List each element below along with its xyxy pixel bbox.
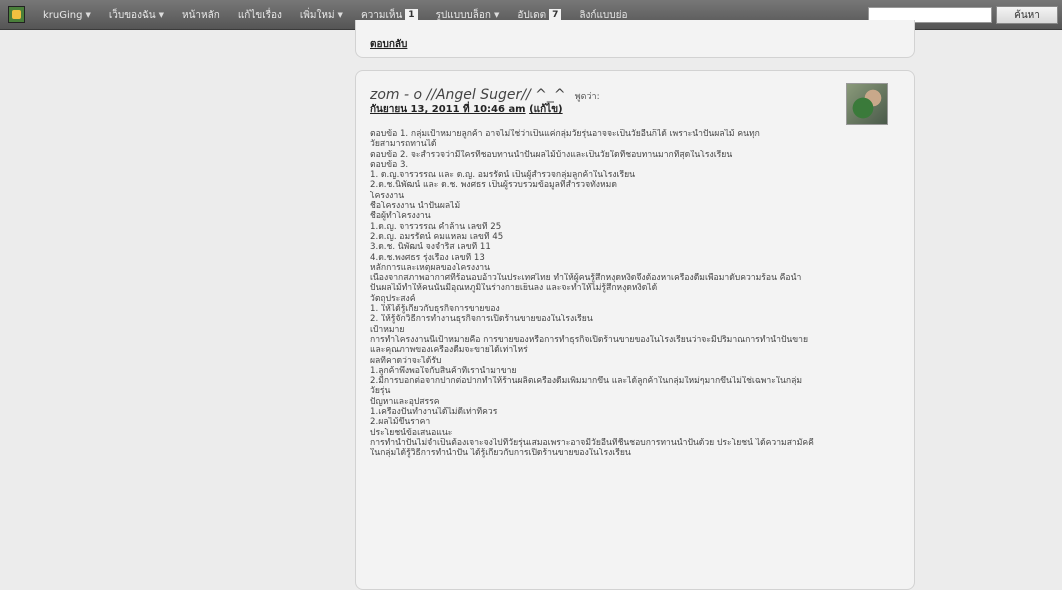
comment-line: ประโยชน์ข้อเสนอแนะ — [370, 427, 453, 438]
search-button[interactable]: ค้นหา — [996, 6, 1058, 24]
comment: zom - o //Angel Suger// ^_^ พูดว่า: กันย… — [355, 70, 915, 590]
nav-item-label: หน้าหลัก — [182, 9, 220, 21]
avatar — [846, 83, 888, 125]
chevron-down-icon: ▼ — [493, 11, 500, 19]
comment-line: 3.ด.ช. นิพัฒน์ จงจำริส เลขที่ 11 — [370, 242, 491, 253]
comment-line: 4.ด.ช.พงศธร รุ่งเรือง เลขที่ 13 — [370, 252, 485, 263]
comment-line: ผลที่คาดว่าจะได้รับ — [370, 355, 442, 366]
chevron-down-icon: ▼ — [158, 11, 164, 19]
comment-line: 2.มีการบอกต่อจากปากต่อปากทำให้ร้านผลิตเค… — [370, 376, 803, 387]
nav-item-2[interactable]: หน้าหลัก — [173, 8, 229, 23]
comment-line: หลักการและเหตุผลของโครงงาน — [370, 262, 490, 273]
comment-line: ตอบข้อ 2. จะสำรวจว่ามีใครที่ชอบทานน้ำปั่… — [370, 149, 733, 160]
chevron-down-icon: ▼ — [337, 11, 343, 19]
comment-line: ปัญหาและอุปสรรค — [370, 396, 440, 407]
comment-meta: กันยายน 13, 2011 ที่ 10:46 am (แก้ไข) — [370, 102, 563, 117]
comment-date-link[interactable]: กันยายน 13, 2011 ที่ 10:46 am — [370, 104, 526, 115]
nav-item-label: แก้ไขเรื่อง — [237, 9, 282, 21]
nav-item-label: เพิ่มใหม่ — [299, 9, 335, 21]
nav-item-3[interactable]: แก้ไขเรื่อง — [229, 8, 291, 23]
comment-line: 1. ด.ญ.จารวรรณ และ ด.ญ. อมรรัตน์ เป็นผู้… — [370, 170, 636, 181]
nav-item-1[interactable]: เว็บของฉัน ▼ — [100, 8, 173, 23]
nav-item-label: เว็บของฉัน — [108, 9, 156, 21]
comment-line: 1.เครื่องปั่นทำงานได้ไม่ดีเท่าที่ควร — [370, 407, 498, 418]
nav-item-4[interactable]: เพิ่มใหม่ ▼ — [291, 8, 352, 23]
comment-line: วัยสามารถทานได้ — [370, 139, 437, 150]
comment-edit-link[interactable]: (แก้ไข) — [529, 104, 563, 115]
reply-link[interactable]: ตอบกลับ — [370, 37, 407, 52]
comment-body: ตอบข้อ 1. กลุ่มเป้าหมายลูกค้า อาจไม่ใช่ว… — [370, 129, 910, 459]
comment-line: ชื่อโครงงาน น้ำปั่นผลไม้ — [370, 201, 461, 212]
nav-item-0[interactable]: kruGing ▼ — [34, 10, 100, 21]
comment-says: พูดว่า: — [574, 92, 600, 102]
comment-line: 1. ให้ได้รู้เกี่ยวกับธุรกิจการขายของ — [370, 304, 500, 315]
comment-line: 1.ลูกค้าพึงพอใจกับสินค้าที่เรานำมาขาย — [370, 365, 517, 376]
comment-line: เป้าหมาย — [370, 324, 405, 335]
nav-item-label: kruGing — [43, 9, 83, 21]
comment-line: เนื่องจากสภาพอากาศที่ร้อนอบอ้าวในประเทศไ… — [370, 273, 802, 284]
comment-line: ตอบข้อ 3. — [370, 159, 409, 170]
comment-author: zom - o //Angel Suger// ^_^ — [370, 87, 566, 103]
site-logo-icon[interactable] — [8, 6, 25, 23]
comment-line: 2. ให้รู้จักวิธีการทำงานธุรกิจการเปิดร้า… — [370, 314, 593, 325]
comment-line: การทำโครงงานนี้เป้าหมายคือ การขายของหรือ… — [370, 334, 809, 345]
comment-line: ตอบข้อ 1. กลุ่มเป้าหมายลูกค้า อาจไม่ใช่ว… — [370, 129, 760, 139]
previous-comment: ตอบกลับ — [355, 20, 915, 58]
comment-line: วัตถุประสงค์ — [370, 293, 416, 304]
comment-line: ชื่อผู้ทำโครงงาน — [370, 211, 431, 222]
comment-line: การทำน้ำปั่นไม่จำเป็นต้องเจาะจงไปที่วัยร… — [370, 437, 814, 448]
comment-line: 2.ด.ญ. อมรรัตน์ คมแหลม เลขที่ 45 — [370, 231, 504, 242]
comment-line: โครงงาน — [370, 190, 405, 201]
chevron-down-icon: ▼ — [85, 11, 91, 19]
comment-line: และคุณภาพของเครื่องดื่มจะขายได้เท่าไหร่ — [370, 345, 528, 356]
comment-line: 2.ผลไม้ขึ้นราคา — [370, 417, 431, 428]
comment-line: 1.ด.ญ. จารวรรณ คำล้าน เลขที่ 25 — [370, 221, 502, 232]
comment-line: 2.ด.ช.นิพัฒน์ และ ด.ช. พงศธร เป็นผู้รวบร… — [370, 180, 617, 191]
comment-line: วัยรุ่น — [370, 386, 391, 397]
comment-line: ปั่นผลไม้ทำให้คนนั้นมีอุณหภูมิในร่างกายเ… — [370, 283, 658, 294]
comment-line: ในกลุ่มได้รู้วิธีการทำน้ำปั่น ได้รู้เกี่… — [370, 448, 631, 459]
comment-author-line: zom - o //Angel Suger// ^_^ พูดว่า: — [370, 84, 600, 103]
